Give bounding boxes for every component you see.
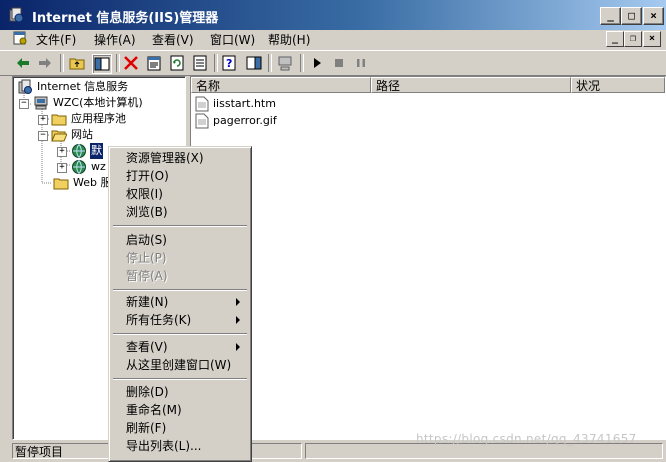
- menu-bar: 文件(F) 操作(A) 查看(V) 窗口(W) 帮助(H) _ ❐ ×: [0, 30, 666, 47]
- pause-icon[interactable]: [352, 54, 370, 72]
- ctx-permissions[interactable]: 权限(I): [112, 185, 248, 203]
- context-menu: 资源管理器(X) 打开(O) 权限(I) 浏览(B) 启动(S) 停止(P) 暂…: [108, 146, 252, 462]
- website-globe-icon: [72, 144, 86, 158]
- ctx-browse[interactable]: 浏览(B): [112, 203, 248, 221]
- website-globe-icon: [72, 160, 86, 174]
- menu-action[interactable]: 操作(A): [94, 31, 136, 48]
- svg-text:?: ?: [226, 57, 232, 70]
- ctx-explore[interactable]: 资源管理器(X): [112, 149, 248, 167]
- submenu-arrow-icon: [236, 298, 240, 306]
- file-icon: [195, 113, 209, 129]
- folder-icon: [51, 114, 67, 126]
- forward-icon[interactable]: [36, 54, 54, 72]
- start-icon[interactable]: [308, 54, 326, 72]
- computer-icon: [34, 96, 48, 110]
- ctx-refresh[interactable]: 刷新(F): [112, 419, 248, 437]
- ctx-all-tasks[interactable]: 所有任务(K): [112, 311, 248, 329]
- tree-label: Web 服: [73, 176, 112, 189]
- maximize-button[interactable]: □: [621, 7, 642, 25]
- result-list[interactable]: 名称 路径 状况 iisstart.htm pagerror.gif: [190, 76, 666, 440]
- close-button[interactable]: ×: [643, 7, 664, 25]
- iis-services-icon: [18, 79, 32, 94]
- menu-file[interactable]: 文件(F): [36, 31, 76, 48]
- column-header-status[interactable]: 状况: [571, 77, 665, 93]
- column-header-path[interactable]: 路径: [371, 77, 571, 93]
- export-list-icon[interactable]: [191, 54, 209, 72]
- menu-view[interactable]: 查看(V): [152, 31, 194, 48]
- submenu-arrow-icon: [236, 316, 240, 324]
- delete-icon[interactable]: [122, 54, 140, 72]
- expand-toggle[interactable]: +: [57, 163, 67, 173]
- menu-separator: [113, 378, 247, 380]
- properties-icon[interactable]: [145, 54, 163, 72]
- menu-separator: [113, 289, 247, 291]
- ctx-new-window-from-here[interactable]: 从这里创建窗口(W): [112, 356, 248, 374]
- ctx-new[interactable]: 新建(N): [112, 293, 248, 311]
- menu-window[interactable]: 窗口(W): [210, 31, 255, 48]
- expand-toggle[interactable]: +: [38, 115, 48, 125]
- folder-open-icon: [51, 130, 67, 142]
- mdi-minimize-button[interactable]: _: [606, 31, 624, 47]
- ctx-start[interactable]: 启动(S): [112, 231, 248, 249]
- ctx-view[interactable]: 查看(V): [112, 338, 248, 356]
- mdi-restore-button[interactable]: ❐: [624, 31, 642, 47]
- ctx-stop: 停止(P): [126, 251, 167, 265]
- watermark-url: https://blog.csdn.net/qq_43741657: [416, 432, 637, 446]
- show-hide-action-pane-icon[interactable]: [245, 54, 263, 72]
- folder-icon: [53, 178, 69, 190]
- mmc-document-icon[interactable]: [12, 30, 28, 46]
- file-name: iisstart.htm: [213, 97, 276, 110]
- toolbar: ?: [0, 50, 666, 76]
- help-icon[interactable]: ?: [221, 54, 239, 72]
- menu-help[interactable]: 帮助(H): [268, 31, 310, 48]
- column-header-name[interactable]: 名称: [191, 77, 371, 93]
- minimize-button[interactable]: _: [600, 7, 621, 25]
- tree-label-selected: 默: [90, 143, 103, 159]
- menu-separator: [113, 333, 247, 335]
- tree-label: wz: [91, 160, 106, 173]
- file-name: pagerror.gif: [213, 114, 277, 127]
- ctx-rename[interactable]: 重命名(M): [112, 401, 248, 419]
- tree-label: 应用程序池: [71, 112, 126, 125]
- ctx-export-list[interactable]: 导出列表(L)...: [112, 437, 248, 455]
- connect-computer-icon[interactable]: [276, 54, 294, 72]
- show-hide-tree-icon[interactable]: [92, 54, 112, 74]
- tree-label: Internet 信息服务: [37, 80, 129, 93]
- refresh-icon[interactable]: [168, 54, 186, 72]
- submenu-arrow-icon: [236, 343, 240, 351]
- ctx-open[interactable]: 打开(O): [112, 167, 248, 185]
- tree-label: WZC(本地计算机): [53, 96, 143, 109]
- expand-toggle[interactable]: +: [57, 147, 67, 157]
- file-icon: [195, 96, 209, 112]
- tree-label: 网站: [71, 128, 93, 141]
- ctx-delete[interactable]: 删除(D): [112, 383, 248, 401]
- iis-app-icon: [9, 7, 24, 23]
- mdi-close-button[interactable]: ×: [643, 31, 661, 47]
- up-one-level-icon[interactable]: [68, 54, 86, 72]
- collapse-toggle[interactable]: −: [19, 99, 29, 109]
- back-icon[interactable]: [14, 54, 32, 72]
- menu-separator: [113, 225, 247, 227]
- title-bar[interactable]: Internet 信息服务(IIS)管理器 _ □ ×: [0, 0, 666, 30]
- stop-icon[interactable]: [330, 54, 348, 72]
- ctx-pause: 暂停(A): [126, 269, 168, 283]
- collapse-toggle[interactable]: −: [38, 131, 48, 141]
- window-title: Internet 信息服务(IIS)管理器: [32, 11, 219, 26]
